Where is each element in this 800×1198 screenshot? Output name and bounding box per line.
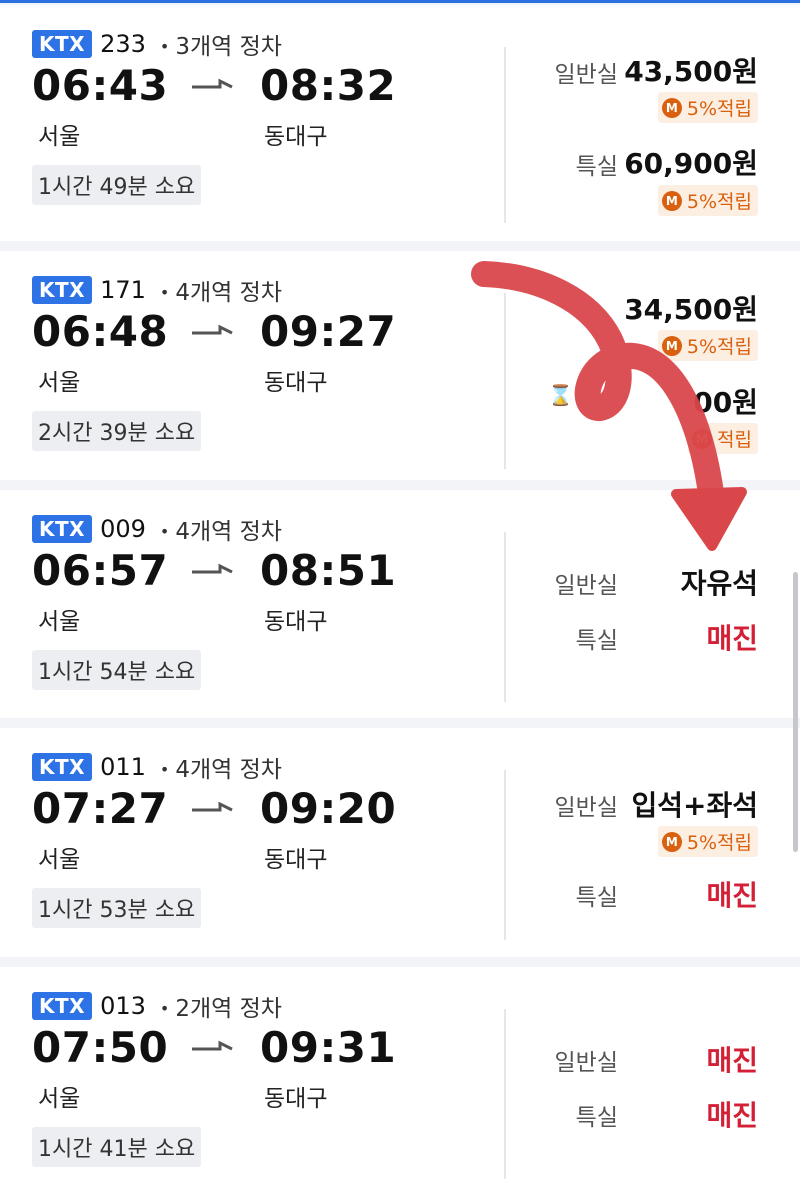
point-text: 5%적립: [686, 336, 752, 358]
card-divider: [504, 293, 506, 469]
point-coin-icon: M: [661, 335, 682, 356]
departure-station: 서울: [38, 847, 81, 873]
point-coin-icon: M: [661, 97, 682, 118]
special-class-label: 특실: [575, 885, 618, 911]
general-class-label: 일반실: [554, 62, 618, 88]
arrival-station: 동대구: [264, 609, 328, 635]
departure-station: 서울: [38, 370, 81, 396]
general-class-label: 일반실: [554, 795, 618, 821]
point-text: 5%적립: [686, 98, 752, 120]
train-type-badge: KTX: [32, 515, 93, 543]
arrival-station: 동대구: [264, 124, 328, 150]
point-text: 5%적립: [686, 191, 752, 213]
special-class-soldout[interactable]: 매진: [706, 1094, 758, 1134]
point-text: 5%적립: [686, 832, 752, 854]
train-info: KTX 013 2개역 정차 07:50 09:31 서울 동대구 1시간 41…: [32, 967, 492, 1198]
right-arrow-icon: [192, 801, 233, 812]
arrival-station: 동대구: [264, 847, 328, 873]
arrival-station: 동대구: [264, 1086, 328, 1112]
special-point-badge: M 적립: [688, 423, 758, 454]
general-point-badge: M 5%적립: [657, 826, 758, 857]
train-card-5[interactable]: KTX 013 2개역 정차 07:50 09:31 서울 동대구 1시간 41…: [0, 967, 800, 1198]
special-class-soldout[interactable]: 매진: [706, 874, 758, 914]
departure-station: 서울: [38, 609, 81, 635]
duration-badge: 1시간 49분 소요: [32, 165, 202, 205]
general-class-value[interactable]: 자유석: [681, 562, 758, 602]
train-type-badge: KTX: [32, 753, 93, 781]
departure-time: 06:43: [32, 61, 169, 110]
arrival-time: 09:31: [260, 1023, 397, 1072]
arrival-time: 09:20: [260, 784, 397, 833]
special-class-label: 특실: [575, 154, 618, 180]
departure-time: 06:57: [32, 546, 169, 595]
card-divider: [504, 1009, 506, 1179]
arrival-station: 동대구: [264, 370, 328, 396]
departure-station: 서울: [38, 124, 81, 150]
departure-time: 07:50: [32, 1023, 169, 1072]
train-info: KTX 011 4개역 정차 07:27 09:20 서울 동대구 1시간 53…: [32, 728, 492, 957]
point-text: 적립: [717, 429, 752, 451]
right-arrow-icon: [192, 563, 233, 574]
general-class-price[interactable]: 43,500원: [624, 50, 758, 90]
stops-count: 3개역 정차: [160, 27, 282, 61]
train-card-3[interactable]: KTX 009 4개역 정차 06:57 08:51 서울 동대구 1시간 54…: [0, 490, 800, 718]
general-class-price[interactable]: 34,500원: [624, 288, 758, 328]
duration-badge: 2시간 39분 소요: [32, 411, 202, 451]
point-coin-icon: M: [661, 190, 682, 211]
train-number: 011: [100, 753, 146, 781]
departure-station: 서울: [38, 1086, 81, 1112]
train-header: KTX 013 2개역 정차: [32, 989, 282, 1023]
duration-badge: 1시간 54분 소요: [32, 650, 202, 690]
special-class-price[interactable]: 60,900원: [624, 142, 758, 182]
train-info: KTX 233 3개역 정차 06:43 08:32 서울 동대구 1시간 49…: [32, 5, 492, 241]
point-coin-icon: M: [661, 831, 682, 852]
arrival-time: 08:32: [260, 61, 397, 110]
right-arrow-icon: [192, 78, 233, 89]
arrival-time: 08:51: [260, 546, 397, 595]
point-coin-icon: M: [692, 428, 713, 449]
train-info: KTX 009 4개역 정차 06:57 08:51 서울 동대구 1시간 54…: [32, 490, 492, 718]
special-class-price[interactable]: 00원: [693, 381, 758, 421]
special-point-badge: M 5%적립: [657, 185, 758, 216]
departure-time: 06:48: [32, 307, 169, 356]
special-class-soldout[interactable]: 매진: [706, 617, 758, 657]
top-accent-line: [0, 0, 800, 3]
train-header: KTX 011 4개역 정차: [32, 750, 282, 784]
train-header: KTX 009 4개역 정차: [32, 512, 282, 546]
train-number: 233: [100, 30, 146, 58]
general-point-badge: M 5%적립: [657, 330, 758, 361]
duration-badge: 1시간 41분 소요: [32, 1127, 202, 1167]
hourglass-icon: ⌛: [548, 383, 573, 407]
train-header: KTX 171 4개역 정차: [32, 273, 282, 307]
stops-count: 4개역 정차: [160, 750, 282, 784]
general-class-label: 일반실: [554, 573, 618, 599]
special-class-label: 특실: [575, 1105, 618, 1131]
card-divider: [504, 532, 506, 702]
train-info: KTX 171 4개역 정차 06:48 09:27 서울 동대구 2시간 39…: [32, 251, 492, 480]
stops-count: 4개역 정차: [160, 512, 282, 546]
general-class-label: 일반실: [554, 1050, 618, 1076]
train-number: 171: [100, 276, 146, 304]
departure-time: 07:27: [32, 784, 169, 833]
duration-badge: 1시간 53분 소요: [32, 888, 202, 928]
arrival-time: 09:27: [260, 307, 397, 356]
train-type-badge: KTX: [32, 992, 93, 1020]
train-card-1[interactable]: KTX 233 3개역 정차 06:43 08:32 서울 동대구 1시간 49…: [0, 5, 800, 241]
right-arrow-icon: [192, 324, 233, 335]
general-point-badge: M 5%적립: [657, 92, 758, 123]
train-type-badge: KTX: [32, 30, 93, 58]
train-card-2[interactable]: KTX 171 4개역 정차 06:48 09:27 서울 동대구 2시간 39…: [0, 251, 800, 480]
train-number: 009: [100, 515, 146, 543]
train-card-4[interactable]: KTX 011 4개역 정차 07:27 09:20 서울 동대구 1시간 53…: [0, 728, 800, 957]
stops-count: 4개역 정차: [160, 273, 282, 307]
general-class-soldout[interactable]: 매진: [706, 1039, 758, 1079]
scrollbar[interactable]: [793, 572, 798, 852]
train-type-badge: KTX: [32, 276, 93, 304]
train-number: 013: [100, 992, 146, 1020]
train-header: KTX 233 3개역 정차: [32, 27, 282, 61]
right-arrow-icon: [192, 1040, 233, 1051]
stops-count: 2개역 정차: [160, 989, 282, 1023]
general-class-value[interactable]: 입석+좌석: [631, 784, 758, 824]
special-class-label: 특실: [575, 628, 618, 654]
